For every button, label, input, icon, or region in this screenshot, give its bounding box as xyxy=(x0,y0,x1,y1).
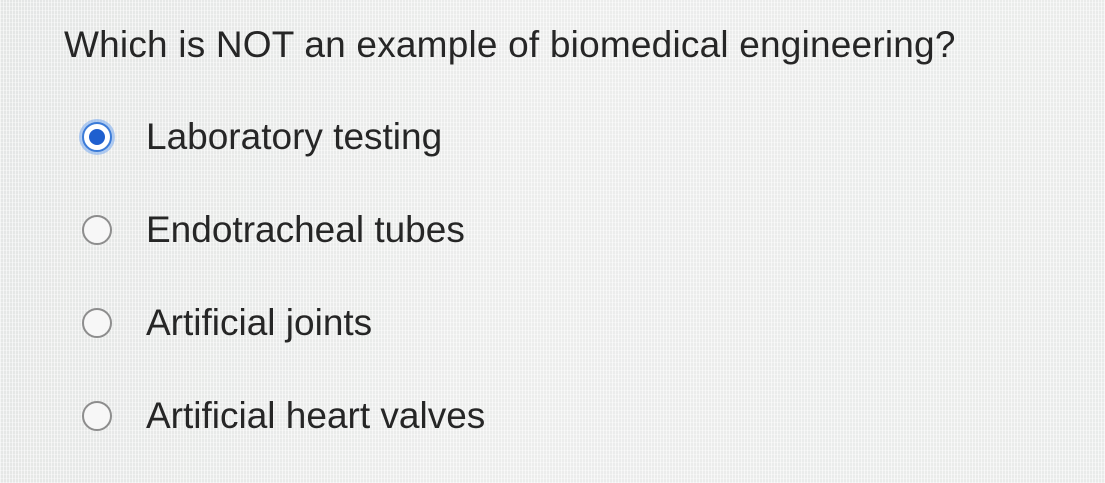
radio-button[interactable] xyxy=(82,401,112,431)
radio-button[interactable] xyxy=(82,308,112,338)
option-artificial-heart-valves[interactable]: Artificial heart valves xyxy=(82,391,485,441)
option-label[interactable]: Artificial joints xyxy=(146,302,372,344)
radio-button-selected[interactable] xyxy=(82,122,112,152)
option-label[interactable]: Endotracheal tubes xyxy=(146,209,465,251)
question-text: Which is NOT an example of biomedical en… xyxy=(64,24,956,65)
option-label[interactable]: Artificial heart valves xyxy=(146,395,485,437)
question-card: Which is NOT an example of biomedical en… xyxy=(0,0,1105,483)
radio-dot-icon xyxy=(89,129,105,145)
option-artificial-joints[interactable]: Artificial joints xyxy=(82,298,485,348)
option-endotracheal-tubes[interactable]: Endotracheal tubes xyxy=(82,205,485,255)
answer-options: Laboratory testing Endotracheal tubes Ar… xyxy=(82,112,485,441)
radio-button[interactable] xyxy=(82,215,112,245)
option-laboratory-testing[interactable]: Laboratory testing xyxy=(82,112,485,162)
option-label[interactable]: Laboratory testing xyxy=(146,116,442,158)
